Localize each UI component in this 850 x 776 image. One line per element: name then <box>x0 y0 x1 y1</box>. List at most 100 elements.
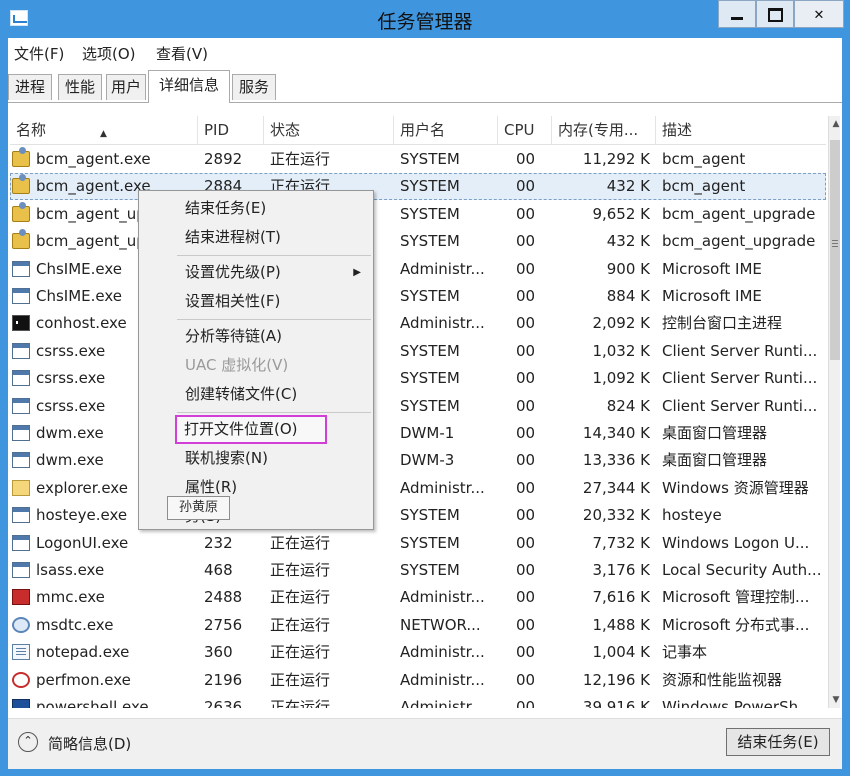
table-row[interactable]: dwm.exe DWM-1 00 14,340 K 桌面窗口管理器 <box>10 420 826 447</box>
scrollbar-thumb[interactable] <box>830 140 840 360</box>
cell-cpu: 00 <box>516 314 536 333</box>
tab-details[interactable]: 详细信息 <box>148 70 230 103</box>
context-menu-item-label: 设置相关性(F) <box>185 292 281 310</box>
cell-cpu: 00 <box>516 643 536 662</box>
table-row[interactable]: msdtc.exe 2756 正在运行 NETWOR... 00 1,488 K Micro… <box>10 612 826 639</box>
cell-user: Administr... <box>400 643 485 662</box>
scroll-up-icon[interactable]: ▲ <box>829 116 840 132</box>
cell-desc: Windows 资源管理器 <box>662 478 809 497</box>
table-row[interactable]: LogonUI.exe 232 正在运行 SYSTEM 00 7,732 K Windows… <box>10 530 826 557</box>
context-menu-item[interactable]: 结束任务(E) <box>139 195 373 222</box>
user-app-icon <box>12 147 30 167</box>
table-row[interactable]: bcm_agent.exe 2892 正在运行 SYSTEM 00 11,292 K bcm… <box>10 146 826 173</box>
cell-status: 正在运行 <box>270 533 331 552</box>
context-menu-item[interactable]: 结束进程树(T) <box>139 224 373 251</box>
table-row[interactable]: hosteye.exe SYSTEM 00 20,332 Khosteye <box>10 502 826 529</box>
cell-desc: bcm_agent_upgrade <box>662 232 816 251</box>
scrollbar-grip-icon <box>832 240 838 241</box>
cell-cpu: 00 <box>516 670 536 689</box>
context-menu-item[interactable]: 打开文件位置(O) <box>175 415 327 444</box>
column-name[interactable]: 名称 ▲ <box>10 116 198 144</box>
cell-user: DWM-1 <box>400 424 455 442</box>
app-window-icon <box>12 370 30 387</box>
column-memory[interactable]: 内存(专用... <box>552 116 656 144</box>
table-row[interactable]: mmc.exe 2488 正在运行 Administr... 00 7,616 K Micr… <box>10 584 826 611</box>
maximize-button[interactable] <box>756 0 794 28</box>
cell-user: SYSTEM <box>400 533 460 552</box>
scroll-down-icon[interactable]: ▼ <box>829 692 840 708</box>
cell-cpu: 00 <box>516 396 536 415</box>
context-menu-item-label: 创建转储文件(C) <box>185 385 298 403</box>
menu-separator <box>177 319 371 320</box>
context-menu-item[interactable]: 创建转储文件(C) <box>139 381 373 408</box>
cell-mem: 39,916 K <box>582 698 650 708</box>
cell-mem: 432 K <box>606 177 650 196</box>
table-row[interactable]: csrss.exe SYSTEM 00 824 K Client Server Runt… <box>10 393 826 420</box>
table-row[interactable]: csrss.exe SYSTEM 00 1,092 K Client Server Ru… <box>10 365 826 392</box>
column-status[interactable]: 状态 <box>264 116 394 144</box>
user-app-icon <box>12 229 30 250</box>
tab-users[interactable]: 用户 <box>106 74 146 100</box>
table-row[interactable]: bcm_agent_up SYSTEM 00 432 Kbcm_agent_upgra… <box>10 228 826 255</box>
table-row[interactable]: bcm_agent_up SYSTEM 00 9,652 Kbcm_agent_upg… <box>10 201 826 228</box>
close-button[interactable]: ✕ <box>794 0 844 28</box>
end-task-button[interactable]: 结束任务(E) <box>726 728 830 756</box>
table-row[interactable]: perfmon.exe 2196 正在运行 Administr... 00 12,196 … <box>10 667 826 694</box>
table-row[interactable]: dwm.exe DWM-3 00 13,336 K 桌面窗口管理器 <box>10 447 826 474</box>
cell-user: Administr... <box>400 478 485 497</box>
table-row[interactable]: lsass.exe 468 正在运行 SYSTEM 00 3,176 K Local Sec… <box>10 557 826 584</box>
minimize-button[interactable] <box>718 0 756 28</box>
context-menu-item[interactable]: 联机搜索(N) <box>139 445 373 472</box>
column-cpu[interactable]: CPU <box>498 116 552 144</box>
cell-user: Administr... <box>400 259 485 278</box>
context-menu-item: UAC 虚拟化(V) <box>139 352 373 379</box>
cell-status: 正在运行 <box>270 615 331 634</box>
cell-desc: Windows Logon U... <box>662 533 810 552</box>
cell-cpu: 00 <box>516 478 536 497</box>
context-menu-item[interactable]: 分析等待链(A) <box>139 323 373 350</box>
app-window-icon <box>12 452 30 469</box>
user-app-icon <box>12 201 30 222</box>
mmc-icon <box>12 589 30 606</box>
table-row[interactable]: ChsIME.exe SYSTEM 00 884 K Microsoft IME <box>10 283 826 310</box>
column-pid[interactable]: PID <box>198 116 264 144</box>
table-row[interactable]: csrss.exe SYSTEM 00 1,032 K Client Server Ru… <box>10 338 826 365</box>
vertical-scrollbar[interactable]: ▲ ▼ <box>828 116 840 708</box>
context-menu-item[interactable]: 设置相关性(F) <box>139 288 373 315</box>
cell-name: msdtc.exe <box>36 615 114 634</box>
cell-pid: 2636 <box>204 698 243 708</box>
column-username[interactable]: 用户名 <box>394 116 498 144</box>
app-window-icon <box>12 397 30 414</box>
menu-bar: 文件(F) 选项(O) 查看(V) <box>8 38 842 66</box>
tab-services[interactable]: 服务 <box>232 74 276 100</box>
cell-mem: 824 K <box>606 396 650 415</box>
column-description[interactable]: 描述 <box>656 116 828 144</box>
table-row[interactable]: explorer.exe Administr... 00 27,344 K Window… <box>10 475 826 502</box>
table-row[interactable]: bcm_agent.exe 2884 正在运行 SYSTEM 00 432 Kbcm_ag… <box>10 173 826 201</box>
cell-desc: 控制台窗口主进程 <box>662 314 783 333</box>
collapse-details-icon[interactable]: ⌃ <box>18 732 38 752</box>
table-row[interactable]: notepad.exe 360 正在运行 Administr... 00 1,004 K 记… <box>10 639 826 666</box>
tab-performance[interactable]: 性能 <box>58 74 102 100</box>
menu-view[interactable]: 查看(V) <box>156 43 208 64</box>
cell-user: NETWOR... <box>400 615 481 634</box>
table-row[interactable]: ChsIME.exe Administr... 00 900 K Microsoft I… <box>10 256 826 283</box>
app-window-icon <box>12 260 30 277</box>
cell-status: 正在运行 <box>270 561 331 579</box>
task-manager-window: 任务管理器 ✕ 文件(F) 选项(O) 查看(V) 进程 性能 用户 详细信息 … <box>0 0 850 776</box>
cell-user: SYSTEM <box>400 177 460 196</box>
cell-mem: 1,488 K <box>592 615 650 634</box>
cell-user: SYSTEM <box>400 232 460 251</box>
fewer-details-link[interactable]: 简略信息(D) <box>48 733 131 754</box>
context-menu-item[interactable]: 设置优先级(P) ▶ <box>139 259 373 286</box>
table-row[interactable]: powershell.exe 2636 正在运行 Administr... 00 39,9… <box>10 694 826 708</box>
details-table: 名称 ▲ PID 状态 用户名 CPU 内存(专用... 描述 bcm_agen… <box>10 116 840 708</box>
cell-mem: 13,336 K <box>582 451 650 470</box>
menu-file[interactable]: 文件(F) <box>14 43 64 64</box>
cell-name: powershell.exe <box>36 698 149 708</box>
tab-processes[interactable]: 进程 <box>8 74 52 100</box>
cell-mem: 27,344 K <box>582 478 650 497</box>
table-row[interactable]: conhost.exe Administr... 00 2,092 K 控制台窗口主进程 <box>10 310 826 337</box>
menu-options[interactable]: 选项(O) <box>82 43 136 64</box>
maximize-icon <box>767 8 783 22</box>
